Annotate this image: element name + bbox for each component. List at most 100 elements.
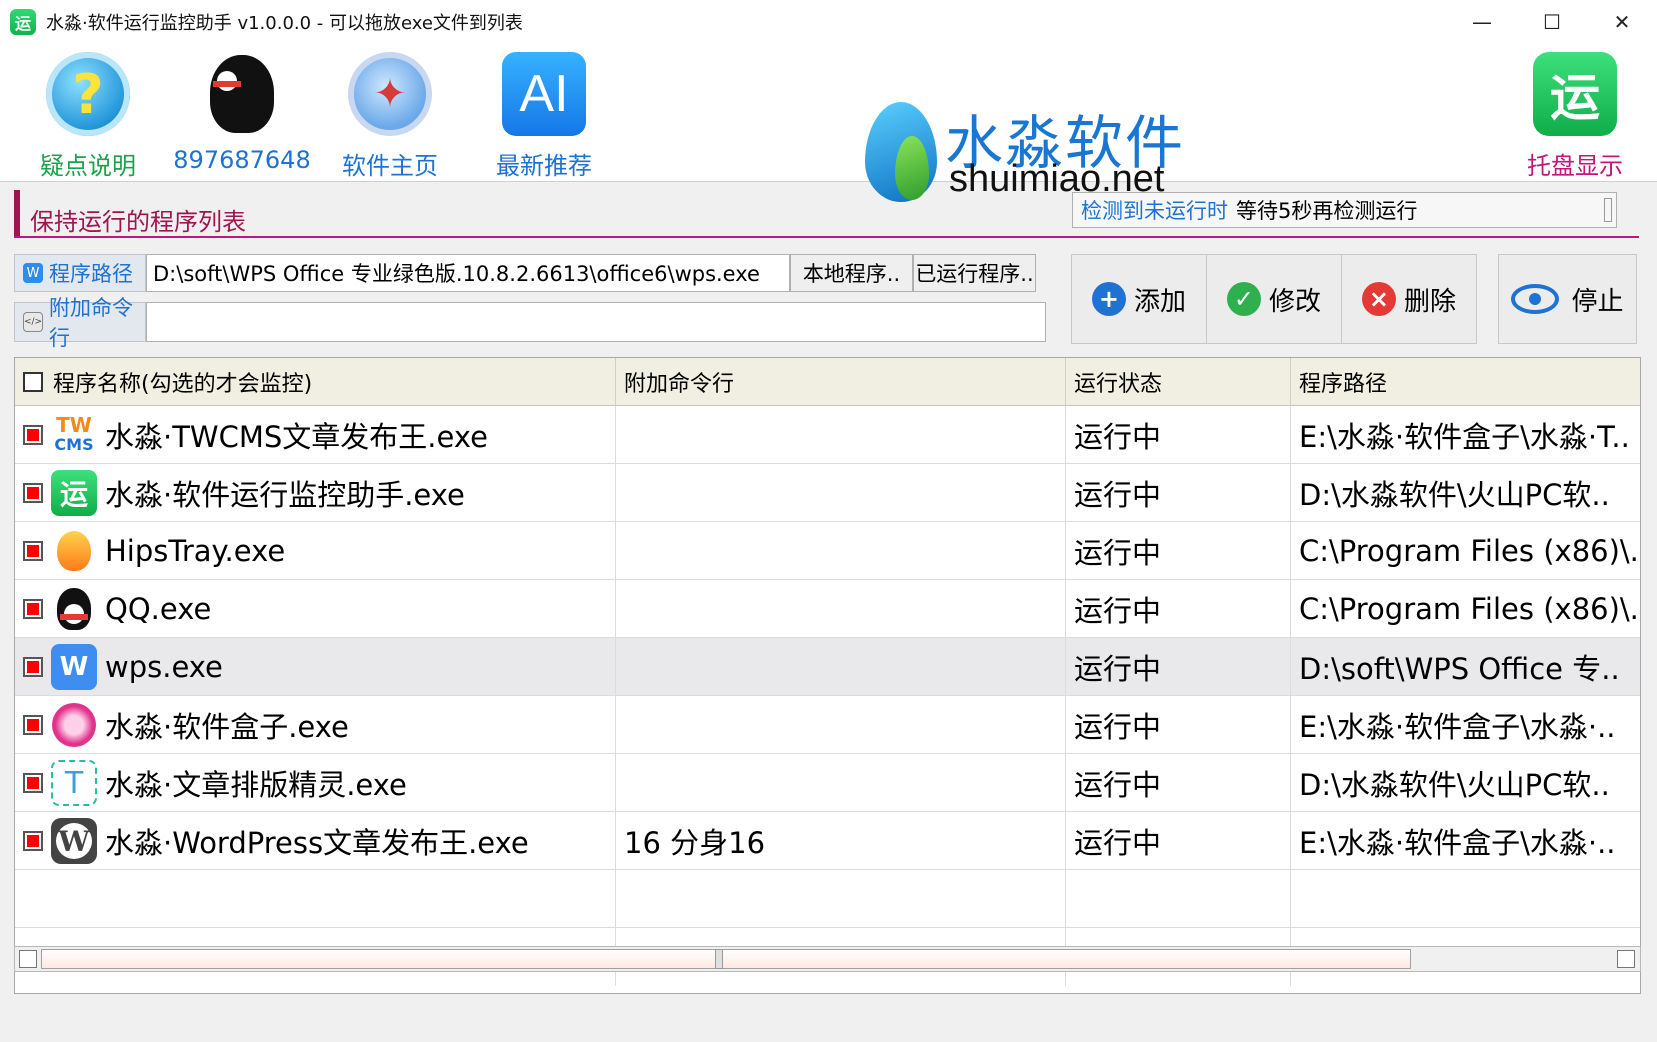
wps-icon: W xyxy=(51,644,97,690)
recommend-label: 最新推荐 xyxy=(496,152,592,180)
qq-icon xyxy=(51,586,97,632)
spinner-grip[interactable] xyxy=(1604,198,1612,222)
close-button[interactable]: ✕ xyxy=(1587,0,1657,44)
table-row[interactable]: 运水淼·软件运行监控助手.exe 运行中 D:\水淼软件\火山PC软.. xyxy=(15,464,1640,522)
program-status: 运行中 xyxy=(1066,696,1291,754)
table-row[interactable]: TW CMS 水淼·TWCMS文章发布王.exe 运行中 E:\水淼·软件盒子\水淼… xyxy=(15,406,1640,464)
window-title: 水淼·软件运行监控助手 v1.0.0.0 - 可以拖放exe文件到列表 xyxy=(46,13,523,34)
program-cmd xyxy=(616,406,1066,464)
program-path: D:\水淼软件\火山PC软.. xyxy=(1299,478,1610,512)
row-checkbox[interactable] xyxy=(23,773,43,793)
app-icon: 运 xyxy=(10,9,36,35)
program-cmd xyxy=(616,580,1066,638)
qq-label: 897687648 xyxy=(173,146,311,174)
column-header-name[interactable]: 程序名称(勾选的才会监控) xyxy=(15,358,616,406)
row-checkbox[interactable] xyxy=(23,483,43,503)
scroll-track[interactable] xyxy=(41,949,1411,969)
program-cmd xyxy=(616,464,1066,522)
row-checkbox[interactable] xyxy=(23,425,43,445)
program-cmd: 16 分身16 xyxy=(616,812,1066,870)
program-status: 运行中 xyxy=(1066,580,1291,638)
program-path: D:\soft\WPS Office 专.. xyxy=(1299,652,1620,686)
edit-label: 修改 xyxy=(1268,286,1321,317)
path-input[interactable]: D:\soft\WPS Office 专业绿色版.10.8.2.6613\off… xyxy=(146,254,790,292)
scroll-left-button[interactable] xyxy=(19,950,37,968)
command-input[interactable] xyxy=(146,302,1046,342)
add-label: 添加 xyxy=(1133,286,1186,317)
program-name: 水淼·软件盒子.exe xyxy=(105,710,349,744)
running-program-button[interactable]: 已运行程序.. xyxy=(913,254,1036,292)
program-status: 运行中 xyxy=(1066,522,1291,580)
row-checkbox[interactable] xyxy=(23,715,43,735)
scroll-right-button[interactable] xyxy=(1617,950,1635,968)
program-status: 运行中 xyxy=(1066,754,1291,812)
tray-icon: 运 xyxy=(1533,52,1617,136)
program-status: 运行中 xyxy=(1066,812,1291,870)
horizontal-scrollbar[interactable] xyxy=(14,946,1641,972)
globe-icon: ✦ xyxy=(348,52,432,136)
program-path: E:\水淼·软件盒子\水淼·T.. xyxy=(1299,420,1630,454)
column-header-status[interactable]: 运行状态 xyxy=(1066,358,1291,406)
x-icon: × xyxy=(1361,282,1396,316)
table-row[interactable]: 水淼·软件盒子.exe 运行中 E:\水淼·软件盒子\水淼·.. xyxy=(15,696,1640,754)
home-label: 软件主页 xyxy=(342,152,438,180)
table-row[interactable]: QQ.exe 运行中 C:\Program Files (x86)\.. xyxy=(15,580,1640,638)
program-cmd xyxy=(616,522,1066,580)
recommend-tool[interactable]: AI 最新推荐 xyxy=(474,52,614,181)
action-buttons: + 添加 ✓ 修改 × 删除 xyxy=(1071,254,1477,344)
row-checkbox[interactable] xyxy=(23,657,43,677)
home-tool[interactable]: ✦ 软件主页 xyxy=(320,52,460,181)
check-icon: ✓ xyxy=(1226,282,1261,316)
stop-label: 停止 xyxy=(1571,286,1624,317)
program-table: 程序名称(勾选的才会监控) 附加命令行 运行状态 程序路径 TW CMS 水淼·TW… xyxy=(14,357,1641,994)
row-checkbox[interactable] xyxy=(23,599,43,619)
wait-interval-selector[interactable]: 检测到未运行时 等待5秒再检测运行 xyxy=(1072,192,1617,228)
qq-tool[interactable]: 897687648 xyxy=(172,52,312,174)
table-row[interactable]: W 水淼·WordPress文章发布王.exe 16 分身16 运行中 E:\水淼… xyxy=(15,812,1640,870)
wait-value: 等待5秒再检测运行 xyxy=(1236,199,1418,223)
program-name: wps.exe xyxy=(105,650,223,684)
column-header-path[interactable]: 程序路径 xyxy=(1291,358,1639,406)
program-name: 水淼·软件运行监控助手.exe xyxy=(105,478,465,512)
twcms-icon: TW CMS xyxy=(51,412,97,458)
select-all-checkbox[interactable] xyxy=(23,372,43,392)
delete-button[interactable]: × 删除 xyxy=(1342,255,1476,343)
ai-icon: AI xyxy=(502,52,586,136)
table-body: TW CMS 水淼·TWCMS文章发布王.exe 运行中 E:\水淼·软件盒子\水淼… xyxy=(15,406,1640,986)
add-button[interactable]: + 添加 xyxy=(1072,255,1207,343)
scroll-thumb[interactable] xyxy=(715,949,723,969)
table-row[interactable]: T 水淼·文章排版精灵.exe 运行中 D:\水淼软件\火山PC软.. xyxy=(15,754,1640,812)
column-header-cmd[interactable]: 附加命令行 xyxy=(616,358,1066,406)
text-layout-icon: T xyxy=(51,760,97,806)
tray-tool[interactable]: 运 托盘显示 xyxy=(1505,52,1645,181)
program-cmd xyxy=(616,754,1066,812)
wps-small-icon: W xyxy=(23,263,43,283)
table-row-selected[interactable]: Wwps.exe 运行中 D:\soft\WPS Office 专.. xyxy=(15,638,1640,696)
header-toolbar: ? 疑点说明 897687648 ✦ 软件主页 AI 最新推荐 水淼软件 shu… xyxy=(0,44,1657,202)
program-status: 运行中 xyxy=(1066,464,1291,522)
wait-label: 检测到未运行时 xyxy=(1081,199,1228,223)
row-checkbox[interactable] xyxy=(23,541,43,561)
column-name-label: 程序名称(勾选的才会监控) xyxy=(53,372,313,397)
local-program-button[interactable]: 本地程序.. xyxy=(790,254,913,292)
eye-icon xyxy=(1511,284,1560,314)
program-status: 运行中 xyxy=(1066,638,1291,696)
delete-label: 删除 xyxy=(1403,286,1456,317)
stop-button[interactable]: 停止 xyxy=(1498,254,1637,344)
plus-icon: + xyxy=(1091,282,1126,316)
software-box-icon xyxy=(51,702,97,748)
program-path: C:\Program Files (x86)\.. xyxy=(1299,534,1639,568)
row-checkbox[interactable] xyxy=(23,831,43,851)
edit-button[interactable]: ✓ 修改 xyxy=(1207,255,1342,343)
path-row: W 程序路径 D:\soft\WPS Office 专业绿色版.10.8.2.6… xyxy=(14,254,1036,292)
minimize-button[interactable]: — xyxy=(1447,0,1517,44)
help-tool[interactable]: ? 疑点说明 xyxy=(18,52,158,181)
maximize-button[interactable]: ☐ xyxy=(1517,0,1587,44)
program-list-section: 保持运行的程序列表 检测到未运行时 等待5秒再检测运行 xyxy=(14,190,1639,238)
title-bar: 运 水淼·软件运行监控助手 v1.0.0.0 - 可以拖放exe文件到列表 — … xyxy=(0,0,1657,44)
section-title: 保持运行的程序列表 xyxy=(30,208,246,236)
cmd-label-text: 附加命令行 xyxy=(49,296,133,350)
program-path: D:\水淼软件\火山PC软.. xyxy=(1299,768,1610,802)
path-label-text: 程序路径 xyxy=(49,262,133,286)
table-row[interactable]: HipsTray.exe 运行中 C:\Program Files (x86)\… xyxy=(15,522,1640,580)
